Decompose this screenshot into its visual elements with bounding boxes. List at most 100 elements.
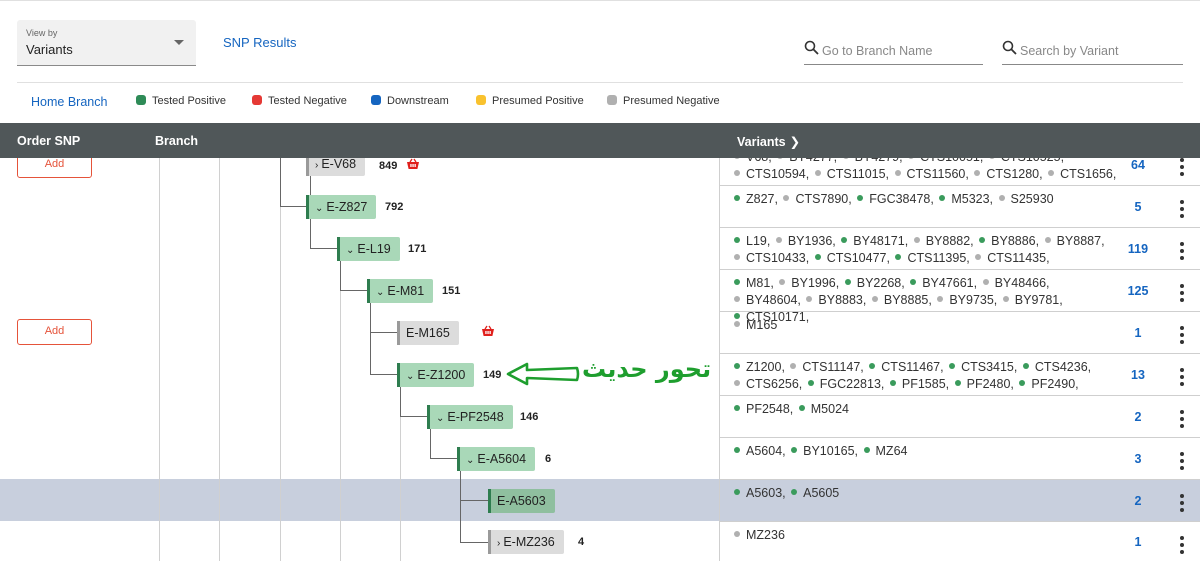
branch-node-e-l19[interactable]: ⌄ E-L19: [337, 237, 400, 261]
branch-node-e-a5604[interactable]: ⌄ E-A5604: [457, 447, 536, 471]
variants-count-link[interactable]: 5: [1120, 200, 1156, 214]
positive-dot-icon: [979, 237, 986, 243]
variant-tag: BY8886,: [979, 234, 1040, 248]
more-options-icon[interactable]: [1180, 200, 1186, 221]
add-button[interactable]: Add: [17, 158, 92, 178]
variant-label: A5605: [803, 486, 840, 500]
more-options-icon[interactable]: [1180, 158, 1186, 179]
variant-label: BY4277,: [789, 158, 837, 164]
positive-dot-icon: [814, 254, 821, 260]
variants-count-link[interactable]: 1: [1120, 326, 1156, 340]
variant-label: BY48466,: [994, 276, 1050, 290]
more-options-icon[interactable]: [1180, 536, 1186, 557]
positive-dot-icon: [734, 405, 740, 411]
variant-label: BY9781,: [1014, 293, 1063, 307]
negative-dot-icon: [871, 296, 878, 302]
variants-count-link[interactable]: 13: [1120, 368, 1156, 382]
branch-search-input[interactable]: Go to Branch Name: [804, 38, 983, 65]
variant-label: PF1585,: [901, 377, 950, 391]
negative-dot-icon: [913, 237, 920, 243]
search-icon: [804, 40, 819, 55]
branch-node-e-a5603[interactable]: E-A5603: [488, 489, 555, 513]
more-options-icon[interactable]: [1180, 410, 1186, 431]
branch-node-e-mz236[interactable]: › E-MZ236: [488, 530, 564, 554]
positive-dot-icon: [863, 447, 870, 453]
positive-dot-icon: [869, 363, 876, 369]
branch-name: E-M165: [406, 326, 450, 340]
variants-count-link[interactable]: 64: [1120, 158, 1156, 172]
variants-count-link[interactable]: 125: [1120, 284, 1156, 298]
variant-label: PF2480,: [966, 377, 1014, 391]
view-by-select[interactable]: View by Variants: [17, 20, 196, 66]
annotation-text: تحور حديث: [582, 355, 712, 383]
branch-name: E-M81: [387, 284, 425, 298]
variant-tag: PF2548,: [734, 402, 794, 416]
variant-tag: BY4277,: [777, 158, 838, 164]
negative-dot-icon: [734, 296, 740, 302]
legend-swatch: [607, 95, 617, 105]
variant-label: PF2490,: [1031, 377, 1079, 391]
more-options-icon[interactable]: [1180, 452, 1186, 473]
snp-results-link[interactable]: SNP Results: [223, 35, 296, 50]
variant-tag: CTS10477,: [814, 251, 891, 265]
variant-tag: A5604,: [734, 444, 787, 458]
variant-search-input[interactable]: Search by Variant: [1002, 38, 1183, 65]
branch-node-e-pf2548[interactable]: ⌄ E-PF2548: [427, 405, 513, 429]
variant-label: BY8887,: [1056, 234, 1105, 248]
branch-node-e-m165[interactable]: E-M165: [397, 321, 459, 345]
more-options-icon[interactable]: [1180, 368, 1186, 389]
positive-dot-icon: [954, 380, 961, 386]
variant-label: BY8883,: [818, 293, 867, 307]
more-options-icon[interactable]: [1180, 494, 1186, 515]
variant-tag: CTS3415,: [949, 360, 1018, 374]
variants-count-link[interactable]: 2: [1120, 494, 1156, 508]
positive-dot-icon: [895, 254, 902, 260]
add-button[interactable]: Add: [17, 319, 92, 345]
legend-tested-negative: Tested Negative: [252, 95, 347, 107]
variant-label: CTS7890,: [795, 192, 852, 206]
variant-tag: CTS10051,: [908, 158, 984, 164]
negative-dot-icon: [894, 170, 901, 176]
variants-count-link[interactable]: 3: [1120, 452, 1156, 466]
legend-swatch: [371, 95, 381, 105]
view-by-value: Variants: [26, 42, 73, 57]
variants-count-link[interactable]: 2: [1120, 410, 1156, 424]
chevron-down-icon: ⌄: [376, 287, 385, 298]
positive-dot-icon: [807, 380, 814, 386]
variant-tag: PF1585,: [889, 377, 950, 391]
variant-tag: BY2268,: [844, 276, 906, 290]
variants-cell: MZ236: [734, 527, 1119, 544]
more-options-icon[interactable]: [1180, 284, 1186, 305]
branch-node-e-v68[interactable]: › E-V68: [306, 158, 366, 176]
branch-node-e-z1200[interactable]: ⌄ E-Z1200: [397, 363, 475, 387]
variant-search-placeholder: Search by Variant: [1020, 44, 1119, 58]
variant-label: FGC38478,: [869, 192, 934, 206]
variant-label: CTS11467,: [881, 360, 944, 374]
variants-header[interactable]: Variants ❯: [737, 134, 800, 149]
home-branch-link[interactable]: Home Branch: [31, 95, 107, 109]
branch-name: E-PF2548: [447, 410, 504, 424]
dropdown-arrow-icon: [174, 40, 184, 45]
more-options-icon[interactable]: [1180, 242, 1186, 263]
negative-dot-icon: [1048, 170, 1055, 176]
basket-icon[interactable]: [481, 325, 495, 337]
variant-label: BY48171,: [853, 234, 909, 248]
basket-icon[interactable]: [406, 158, 420, 170]
variant-tag: M5323,: [939, 192, 994, 206]
variants-count-link[interactable]: 1: [1120, 535, 1156, 549]
negative-dot-icon: [975, 254, 982, 260]
branch-node-e-m81[interactable]: ⌄ E-M81: [367, 279, 434, 303]
view-by-label: View by: [26, 28, 58, 38]
variant-label: BY9735,: [949, 293, 998, 307]
branch-name: E-A5603: [497, 494, 546, 508]
variants-count-link[interactable]: 119: [1120, 242, 1156, 256]
negative-dot-icon: [783, 195, 790, 201]
variants-cell: Z827, CTS7890, FGC38478, M5323, S25930: [734, 191, 1119, 208]
more-options-icon[interactable]: [1180, 326, 1186, 347]
branch-node-e-z827[interactable]: ⌄ E-Z827: [306, 195, 377, 219]
variant-label: CTS1280,: [986, 167, 1043, 181]
variant-tag: MZ64: [863, 444, 909, 458]
negative-dot-icon: [777, 158, 784, 159]
legend-swatch: [252, 95, 262, 105]
branch-count: 171: [408, 243, 427, 255]
